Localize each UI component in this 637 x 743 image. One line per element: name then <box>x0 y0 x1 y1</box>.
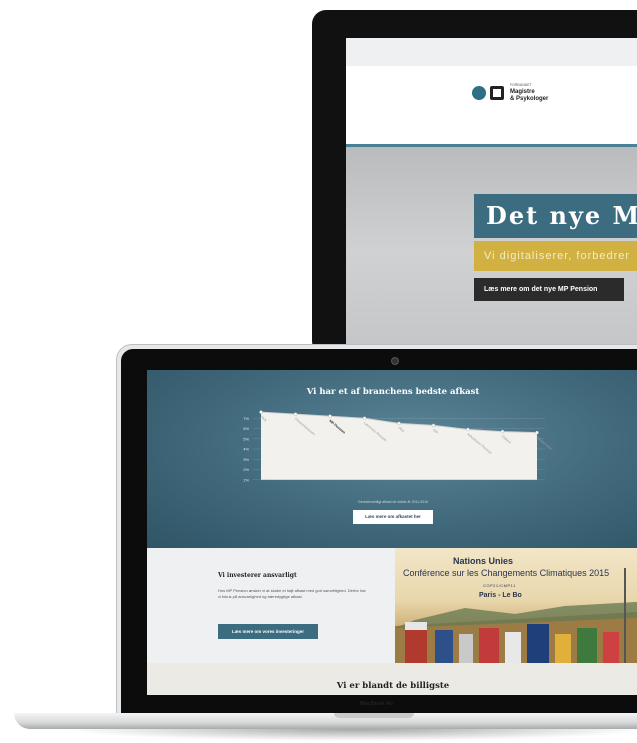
logo-small-text: FORBUNDET <box>510 83 532 87</box>
logo-line-1: Magistre <box>510 89 535 95</box>
y-tick-label: 4% <box>243 447 249 452</box>
category-label: Sampension <box>535 435 553 451</box>
chart-point[interactable] <box>293 412 298 416</box>
logo-line-2: & Psykologer <box>510 96 549 102</box>
invest-more-button[interactable]: Læs mere om vores investeringer <box>218 624 318 639</box>
returns-more-button[interactable]: Læs mere om afkastet her <box>353 510 433 524</box>
hero-title: Det nye MP <box>474 194 637 238</box>
chart-point[interactable] <box>328 414 332 418</box>
laptop-screen: Vi har et af branchens bedste afkast 7% 6… <box>147 370 637 695</box>
logo-text: FORBUNDET Magistre & Psykologer <box>510 82 548 103</box>
chart-point[interactable] <box>466 427 470 432</box>
logo-circle-icon <box>472 85 486 100</box>
y-tick-label: 3% <box>243 457 249 462</box>
hero-button[interactable]: Læs mere om det nye MP Pension <box>474 278 624 301</box>
chart-point[interactable] <box>397 421 401 426</box>
chart-point[interactable] <box>500 429 505 434</box>
price-section: Vi er blandt de billigste <box>147 663 637 695</box>
chart-point[interactable] <box>431 423 436 428</box>
climate-conference-photo: Nations Unies Conférence sur les Changem… <box>395 548 637 663</box>
returns-chart: 7%6%5%4%3%2%1%PKA Pensionskassen MP Pensio… <box>243 410 553 482</box>
hero-subtitle: Vi digitaliserer, forbedrer <box>474 241 637 271</box>
monitor-screen: FORBUNDET Magistre & Psykologer <box>346 38 637 348</box>
y-tick-label: 7% <box>243 416 249 421</box>
chart-point[interactable] <box>259 410 263 414</box>
macbook-label: MacBook Air <box>360 701 394 707</box>
chart-footnote: Gennemsnitligt afkast de sidste år 2011-… <box>357 500 429 504</box>
invest-section: Vi investerer ansvarligt Hos MP Pension … <box>147 548 395 663</box>
y-tick-label: 2% <box>243 467 249 472</box>
chart-title: Vi har et af branchens bedste afkast <box>306 387 480 397</box>
y-tick-label: 6% <box>243 426 249 431</box>
price-title: Vi er blandt de billigste <box>336 681 450 691</box>
laptop-notch <box>334 713 414 718</box>
invest-text: Hos MP Pension ønsker vi at skabe et høj… <box>218 588 366 599</box>
laptop-shadow <box>60 729 637 741</box>
y-tick-label: 5% <box>243 436 249 441</box>
y-tick-label: 1% <box>243 477 249 482</box>
top-strip <box>346 38 637 66</box>
stage-illustration <box>395 568 637 663</box>
chart-section: Vi har et af branchens bedste afkast 7% 6… <box>147 370 637 548</box>
logo-bracket-icon <box>490 85 504 100</box>
invest-title: Vi investerer ansvarligt <box>218 572 297 579</box>
chart-point[interactable] <box>362 416 367 420</box>
camera-icon <box>391 357 399 365</box>
laptop-base <box>14 713 637 729</box>
site-header <box>346 66 637 147</box>
site-logo[interactable]: FORBUNDET Magistre & Psykologer <box>472 82 548 103</box>
chart-point[interactable] <box>535 430 539 435</box>
